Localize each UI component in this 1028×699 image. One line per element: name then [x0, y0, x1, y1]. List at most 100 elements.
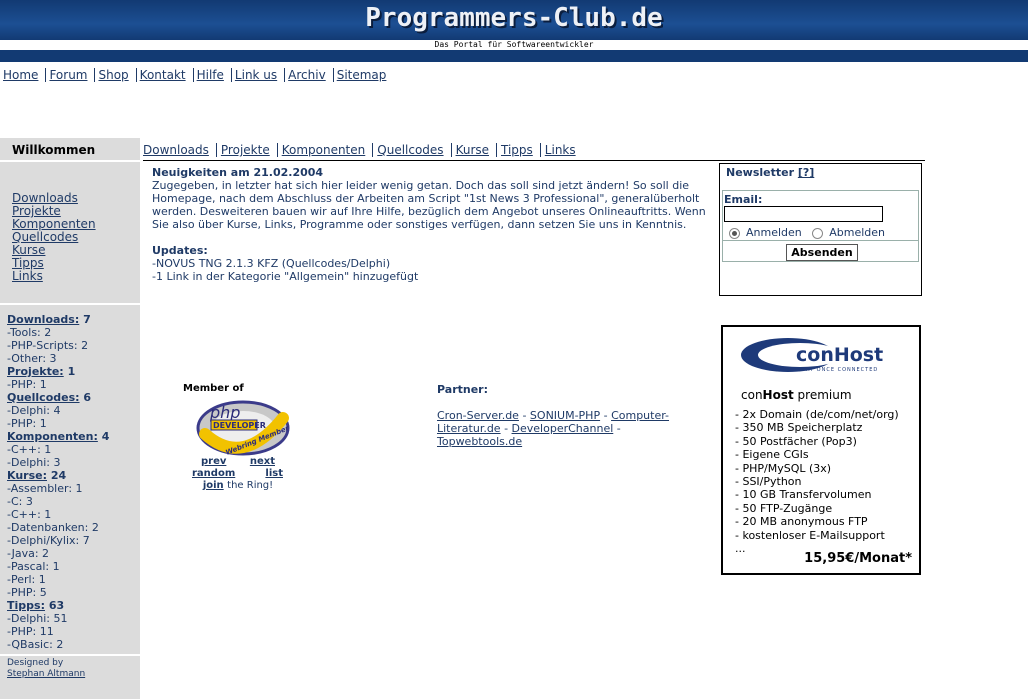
svg-text:conHost: conHost: [796, 344, 883, 366]
cat-kurse-link[interactable]: Kurse: [456, 143, 489, 157]
stat-item: -Java: 2: [7, 547, 50, 560]
cat-projekte: Projekte: [215, 143, 277, 157]
ad-feature: - SSI/Python: [735, 475, 802, 489]
stat-tipps-link[interactable]: Tipps:: [7, 599, 45, 612]
stat-komponenten-link[interactable]: Komponenten:: [7, 430, 98, 443]
stat-count: 24: [50, 469, 67, 482]
conhost-logo[interactable]: conHost AT ONCE CONNECTED: [740, 335, 895, 375]
sidebar-item-komponenten[interactable]: Komponenten: [12, 217, 96, 231]
ad-feature: - Eigene CGIs: [735, 448, 809, 462]
nav-sitemap: Sitemap: [332, 68, 394, 82]
stat-item: -PHP: 1: [7, 378, 47, 391]
unsubscribe-radio[interactable]: [812, 227, 824, 239]
ad-feature: - kostenloser E-Mailsupport: [735, 528, 885, 542]
stat-quellcodes-link[interactable]: Quellcodes:: [7, 391, 80, 404]
webring-list-link[interactable]: list: [265, 468, 283, 480]
news-body: Zugegeben, in letzter hat sich hier leid…: [152, 179, 706, 231]
nav-hilfe-link[interactable]: Hilfe: [197, 68, 224, 82]
site-subtitle: Das Portal für Softwareentwickler: [0, 40, 1028, 50]
nav-shop-link[interactable]: Shop: [98, 68, 128, 82]
nav-forum-link[interactable]: Forum: [49, 68, 87, 82]
stat-projekte-link[interactable]: Projekte:: [7, 365, 64, 378]
partner-section: Partner: Cron-Server.de - SONIUM-PHP - C…: [437, 383, 677, 448]
webring-join-link[interactable]: join: [203, 480, 224, 491]
news-title: Neuigkeiten am 21.02.2004: [152, 166, 324, 179]
sidebar-item-tipps[interactable]: Tipps: [12, 256, 44, 270]
ad-name-prefix: con: [741, 388, 763, 402]
credit-author-link[interactable]: Stephan Altmann: [7, 669, 85, 679]
stat-item: -Assembler: 1: [7, 482, 83, 495]
stat-item: -PHP: 11: [7, 625, 54, 638]
newsletter-help-link[interactable]: [?]: [798, 166, 814, 179]
stat-downloads-link[interactable]: Downloads:: [7, 313, 79, 326]
partner-link-topwebtools[interactable]: Topwebtools.de: [437, 435, 522, 448]
sidebar: Willkommen Downloads Projekte Komponente…: [0, 138, 140, 699]
cat-links-link[interactable]: Links: [545, 143, 576, 157]
submit-button[interactable]: Absenden: [786, 244, 858, 261]
email-label: Email:: [724, 193, 763, 206]
cat-komponenten: Komponenten: [276, 143, 373, 157]
newsletter-box: Newsletter [?] Email: Anmelden Abmelden …: [719, 163, 922, 296]
partner-link-developerchannel[interactable]: DeveloperChannel: [512, 422, 614, 435]
svg-text:DEVELOPER: DEVELOPER: [213, 421, 266, 430]
ad-feature: - 2x Domain (de/com/net/org): [735, 408, 899, 421]
category-navigation: Downloads Projekte Komponenten Quellcodes Ku…: [143, 143, 583, 157]
nav-home: Home: [0, 68, 45, 82]
sidebar-item-quellcodes[interactable]: Quellcodes: [12, 230, 78, 244]
cat-downloads: Downloads: [143, 143, 216, 157]
sidebar-item-kurse[interactable]: Kurse: [12, 243, 45, 257]
nav-archiv-link[interactable]: Archiv: [288, 68, 326, 82]
cat-tipps-link[interactable]: Tipps: [501, 143, 533, 157]
webring-prev-link[interactable]: prev: [201, 456, 226, 468]
cat-komponenten-link[interactable]: Komponenten: [282, 143, 366, 157]
webring-member: Member of php DEVELOPER Webring Member p…: [183, 383, 293, 491]
stat-item: -Delphi: 51: [7, 612, 68, 625]
subscribe-label: Anmelden: [746, 226, 802, 239]
email-field[interactable]: [724, 206, 883, 222]
cat-projekte-link[interactable]: Projekte: [221, 143, 270, 157]
webring-next-link[interactable]: next: [250, 456, 275, 468]
nav-archiv: Archiv: [284, 68, 333, 82]
stat-item: -Other: 3: [7, 352, 57, 365]
stat-item: -C: 3: [7, 495, 33, 508]
ad-feature: - 50 FTP-Zugänge: [735, 501, 833, 515]
conhost-advertisement[interactable]: conHost AT ONCE CONNECTED conHost premiu…: [721, 325, 921, 575]
site-logo[interactable]: Programmers-Club.de: [0, 3, 1028, 33]
nav-link-us-link[interactable]: Link us: [235, 68, 277, 82]
nav-home-link[interactable]: Home: [3, 68, 38, 82]
newsletter-title-text: Newsletter: [726, 166, 795, 179]
site-header: Programmers-Club.de: [0, 0, 1028, 40]
stat-count: 7: [83, 313, 91, 326]
stat-item: -Delphi: 4: [7, 404, 61, 417]
partner-link-cron-server[interactable]: Cron-Server.de: [437, 409, 519, 422]
webring-navigation: prev next random list join the Ring!: [183, 456, 293, 492]
stat-item: -Delphi/Kylix: 7: [7, 534, 90, 547]
sidebar-item-links[interactable]: Links: [12, 269, 43, 283]
stat-item: -PHP-Scripts: 2: [7, 339, 89, 352]
subscribe-radio[interactable]: [729, 227, 740, 239]
nav-sitemap-link[interactable]: Sitemap: [337, 68, 387, 82]
ad-feature: - 20 MB anonymous FTP: [735, 515, 868, 529]
cat-quellcodes-link[interactable]: Quellcodes: [377, 143, 443, 157]
stat-item: -Datenbanken: 2: [7, 521, 99, 534]
newsletter-divider: [723, 240, 918, 241]
nav-kontakt-link[interactable]: Kontakt: [140, 68, 186, 82]
webring-join-suffix: the Ring!: [227, 480, 274, 491]
sidebar-links: Downloads Projekte Komponenten Quellcode…: [12, 192, 96, 283]
sidebar-title: Willkommen: [12, 143, 96, 157]
sidebar-item-projekte[interactable]: Projekte: [12, 204, 61, 218]
stat-downloads: Downloads: 7: [7, 313, 109, 326]
php-developer-webring-logo[interactable]: php DEVELOPER Webring Member: [195, 398, 291, 457]
nav-forum: Forum: [45, 68, 94, 82]
ad-name-suffix: premium: [793, 388, 852, 402]
top-navigation: Home Forum Shop Kontakt Hilfe Link us Archiv Si…: [0, 68, 393, 82]
sidebar-item-downloads[interactable]: Downloads: [12, 191, 78, 205]
stat-quellcodes: Quellcodes: 6: [7, 391, 109, 404]
stat-count: 4: [101, 430, 110, 443]
webring-random-link[interactable]: random: [192, 468, 235, 480]
partner-link-sonium-php[interactable]: SONIUM-PHP: [530, 409, 600, 422]
update-item: -1 Link in der Kategorie "Allgemein" hin…: [152, 270, 419, 283]
partner-links: Cron-Server.de - SONIUM-PHP - Computer-L…: [437, 409, 670, 448]
stat-kurse-link[interactable]: Kurse:: [7, 469, 47, 482]
cat-downloads-link[interactable]: Downloads: [143, 143, 209, 157]
